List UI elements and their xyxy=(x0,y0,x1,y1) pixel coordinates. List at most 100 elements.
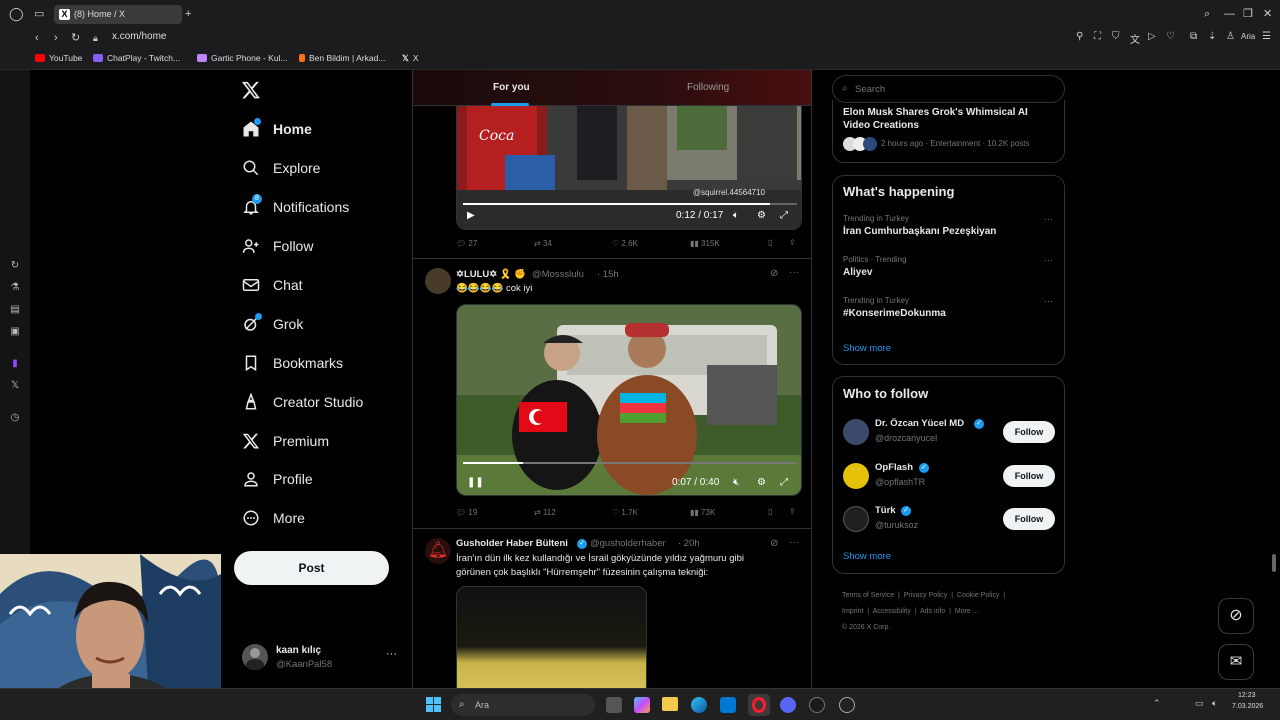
translate-icon[interactable]: 文 xyxy=(1130,31,1140,46)
who-show-more[interactable]: Show more xyxy=(843,551,891,562)
bookmark-x[interactable]: 𝕏X xyxy=(402,53,419,64)
like-button[interactable]: ♡ 2.6K xyxy=(612,239,638,248)
clock-icon[interactable]: ◷ xyxy=(9,412,21,424)
reply-button[interactable]: 💬︎ 19 xyxy=(456,508,477,517)
taskbar-search[interactable]: ⌕ Ara xyxy=(451,694,595,716)
trend-news-card[interactable]: Elon Musk Shares Grok's Whimsical AI Vid… xyxy=(832,100,1065,163)
tray-chevron-icon[interactable]: ⌃ xyxy=(1153,698,1161,709)
repost-button[interactable]: ⇄ 112 xyxy=(534,508,556,517)
nav-follow[interactable]: Follow xyxy=(242,233,313,259)
file-explorer-icon[interactable] xyxy=(662,697,678,711)
pin-icon[interactable]: ⚲ xyxy=(1076,31,1083,42)
bookmark-benbildim[interactable]: Ben Bildim | Arkad... xyxy=(299,53,385,63)
nav-profile[interactable]: Profile xyxy=(242,466,313,492)
page-scrollbar-thumb[interactable] xyxy=(1272,554,1276,572)
nav-grok[interactable]: Grok xyxy=(242,311,303,337)
edge-icon[interactable] xyxy=(691,697,707,713)
account-switcher[interactable]: kaan kılıç @KaanPal58 ··· xyxy=(242,644,402,674)
nav-creator-studio[interactable]: Creator Studio xyxy=(242,389,363,415)
tweet3-handle[interactable]: @gusholderhaber xyxy=(590,538,666,549)
play-icon[interactable]: ▷ xyxy=(1148,31,1156,42)
back-icon[interactable]: ‹ xyxy=(35,32,39,44)
nav-more[interactable]: More xyxy=(242,505,305,531)
search-tabs-icon[interactable]: ⌕ xyxy=(1204,8,1210,20)
opera-logo-icon[interactable]: ◯ xyxy=(9,7,24,20)
bookmark-gartic[interactable]: Gartic Phone - Kul... xyxy=(197,53,288,63)
bookmark-tweet-icon[interactable]: ▯ xyxy=(768,507,772,516)
footer-ads-info[interactable]: Ads info xyxy=(920,608,945,615)
follow-button[interactable]: Follow xyxy=(1003,421,1055,443)
tab-islands-icon[interactable]: ▭ xyxy=(34,8,44,20)
clock-time[interactable]: 12:23 xyxy=(1238,692,1256,699)
heart-icon[interactable]: ♡ xyxy=(1166,31,1175,42)
fullscreen-icon[interactable]: ⤢ xyxy=(780,477,788,488)
share-icon[interactable]: ⇪ xyxy=(789,238,796,247)
close-window-icon[interactable]: ✕ xyxy=(1263,8,1272,20)
grok-tweet-icon[interactable]: ⊘ xyxy=(770,538,778,549)
tweet3-media[interactable] xyxy=(456,586,647,688)
search-box[interactable]: ⌕ Search xyxy=(832,75,1065,103)
messages-float-button[interactable]: ✉ xyxy=(1218,644,1254,680)
shield-icon[interactable]: ⛉ xyxy=(1112,31,1120,42)
footer-more[interactable]: More ... xyxy=(955,608,979,615)
nav-notifications[interactable]: 8 Notifications xyxy=(242,194,349,220)
x-logo-icon[interactable] xyxy=(241,80,263,102)
footer-terms[interactable]: Terms of Service xyxy=(842,592,894,599)
tweet2-avatar[interactable] xyxy=(425,268,451,294)
trend-item[interactable]: Politics · Trending Aliyev ··· xyxy=(843,255,1053,285)
ai-icon[interactable]: ⚗ xyxy=(9,282,21,294)
task-view-icon[interactable] xyxy=(606,697,622,713)
follow-suggestion[interactable]: Türk ✓ @turuksoz Follow xyxy=(843,504,1065,534)
history-icon[interactable]: ↻ xyxy=(9,260,21,272)
profile-icon[interactable]: ♙ xyxy=(1226,31,1235,42)
settings-icon[interactable]: ⚙ xyxy=(757,477,766,488)
views-button[interactable]: ▮▮ 315K xyxy=(690,239,720,248)
network-icon[interactable]: ▭ xyxy=(1195,698,1204,709)
footer-privacy[interactable]: Privacy Policy xyxy=(904,592,948,599)
trend-item[interactable]: Trending in Turkey #KonserimeDokunma ··· xyxy=(843,296,1053,326)
obs-icon[interactable] xyxy=(839,697,855,713)
volume-tray-icon[interactable]: 🔈︎ xyxy=(1212,698,1217,709)
follow-suggestion[interactable]: Dr. Özcan Yücel MD ✓ @drozcanyucel Follo… xyxy=(843,417,1065,447)
tab-home-x[interactable]: X (8) Home / X xyxy=(54,5,182,24)
post-button[interactable]: Post xyxy=(234,551,389,585)
footer-accessibility[interactable]: Accessibility xyxy=(873,608,911,615)
follow-button[interactable]: Follow xyxy=(1003,508,1055,530)
messenger-icon[interactable]: ▣ xyxy=(9,326,21,338)
nav-explore[interactable]: Explore xyxy=(242,155,320,181)
minimize-icon[interactable]: — xyxy=(1224,8,1235,20)
nav-home[interactable]: Home xyxy=(242,116,312,142)
steam-icon[interactable] xyxy=(809,697,825,713)
follow-suggestion[interactable]: OpFlash ✓ @opflashTR Follow xyxy=(843,461,1065,491)
footer-cookie[interactable]: Cookie Policy xyxy=(957,592,999,599)
bookmark-youtube[interactable]: YouTube xyxy=(35,53,82,63)
store-icon[interactable] xyxy=(720,697,736,713)
tweet2-video[interactable]: ❚❚ 0:07 / 0:40 🔇︎ ⚙ ⤢ xyxy=(456,304,802,496)
opera-taskbar-button[interactable] xyxy=(748,694,770,716)
volume-icon[interactable]: 🔈︎ xyxy=(733,210,739,221)
like-button[interactable]: ♡ 1.7K xyxy=(612,508,638,517)
nav-premium[interactable]: Premium xyxy=(242,428,329,454)
tweet2-handle[interactable]: @Mossslulu xyxy=(532,269,584,280)
pause-icon[interactable]: ❚❚ xyxy=(467,477,484,488)
download-icon[interactable]: ⇣ xyxy=(1208,31,1216,42)
discord-icon[interactable] xyxy=(780,697,796,713)
wallet-icon[interactable]: ▤ xyxy=(9,304,21,316)
share-icon[interactable]: ⇪ xyxy=(789,507,796,516)
aria-button[interactable]: Aria xyxy=(1241,32,1255,41)
extensions-icon[interactable]: ⧉ xyxy=(1190,31,1197,42)
trend-more-icon[interactable]: ··· xyxy=(1044,255,1053,265)
tab-for-you[interactable]: For you xyxy=(493,82,530,93)
reply-button[interactable]: 💬︎ 27 xyxy=(456,239,477,248)
tweet2-author-name[interactable]: ✡LULU✡ 🎗️ ✊ xyxy=(456,269,526,280)
settings-icon[interactable]: ⚙ xyxy=(757,210,766,221)
tab-following[interactable]: Following xyxy=(687,82,729,93)
trends-show-more[interactable]: Show more xyxy=(843,343,891,354)
tweet3-more-icon[interactable]: ··· xyxy=(789,537,799,548)
reload-icon[interactable]: ↻ xyxy=(71,32,80,44)
bookmark-tweet-icon[interactable]: ▯ xyxy=(768,238,772,247)
grok-float-button[interactable]: ⊘ xyxy=(1218,598,1254,634)
snapshot-icon[interactable]: ⛶ xyxy=(1094,31,1101,42)
copilot-icon[interactable] xyxy=(634,697,650,713)
restore-icon[interactable]: ❐ xyxy=(1243,8,1253,20)
